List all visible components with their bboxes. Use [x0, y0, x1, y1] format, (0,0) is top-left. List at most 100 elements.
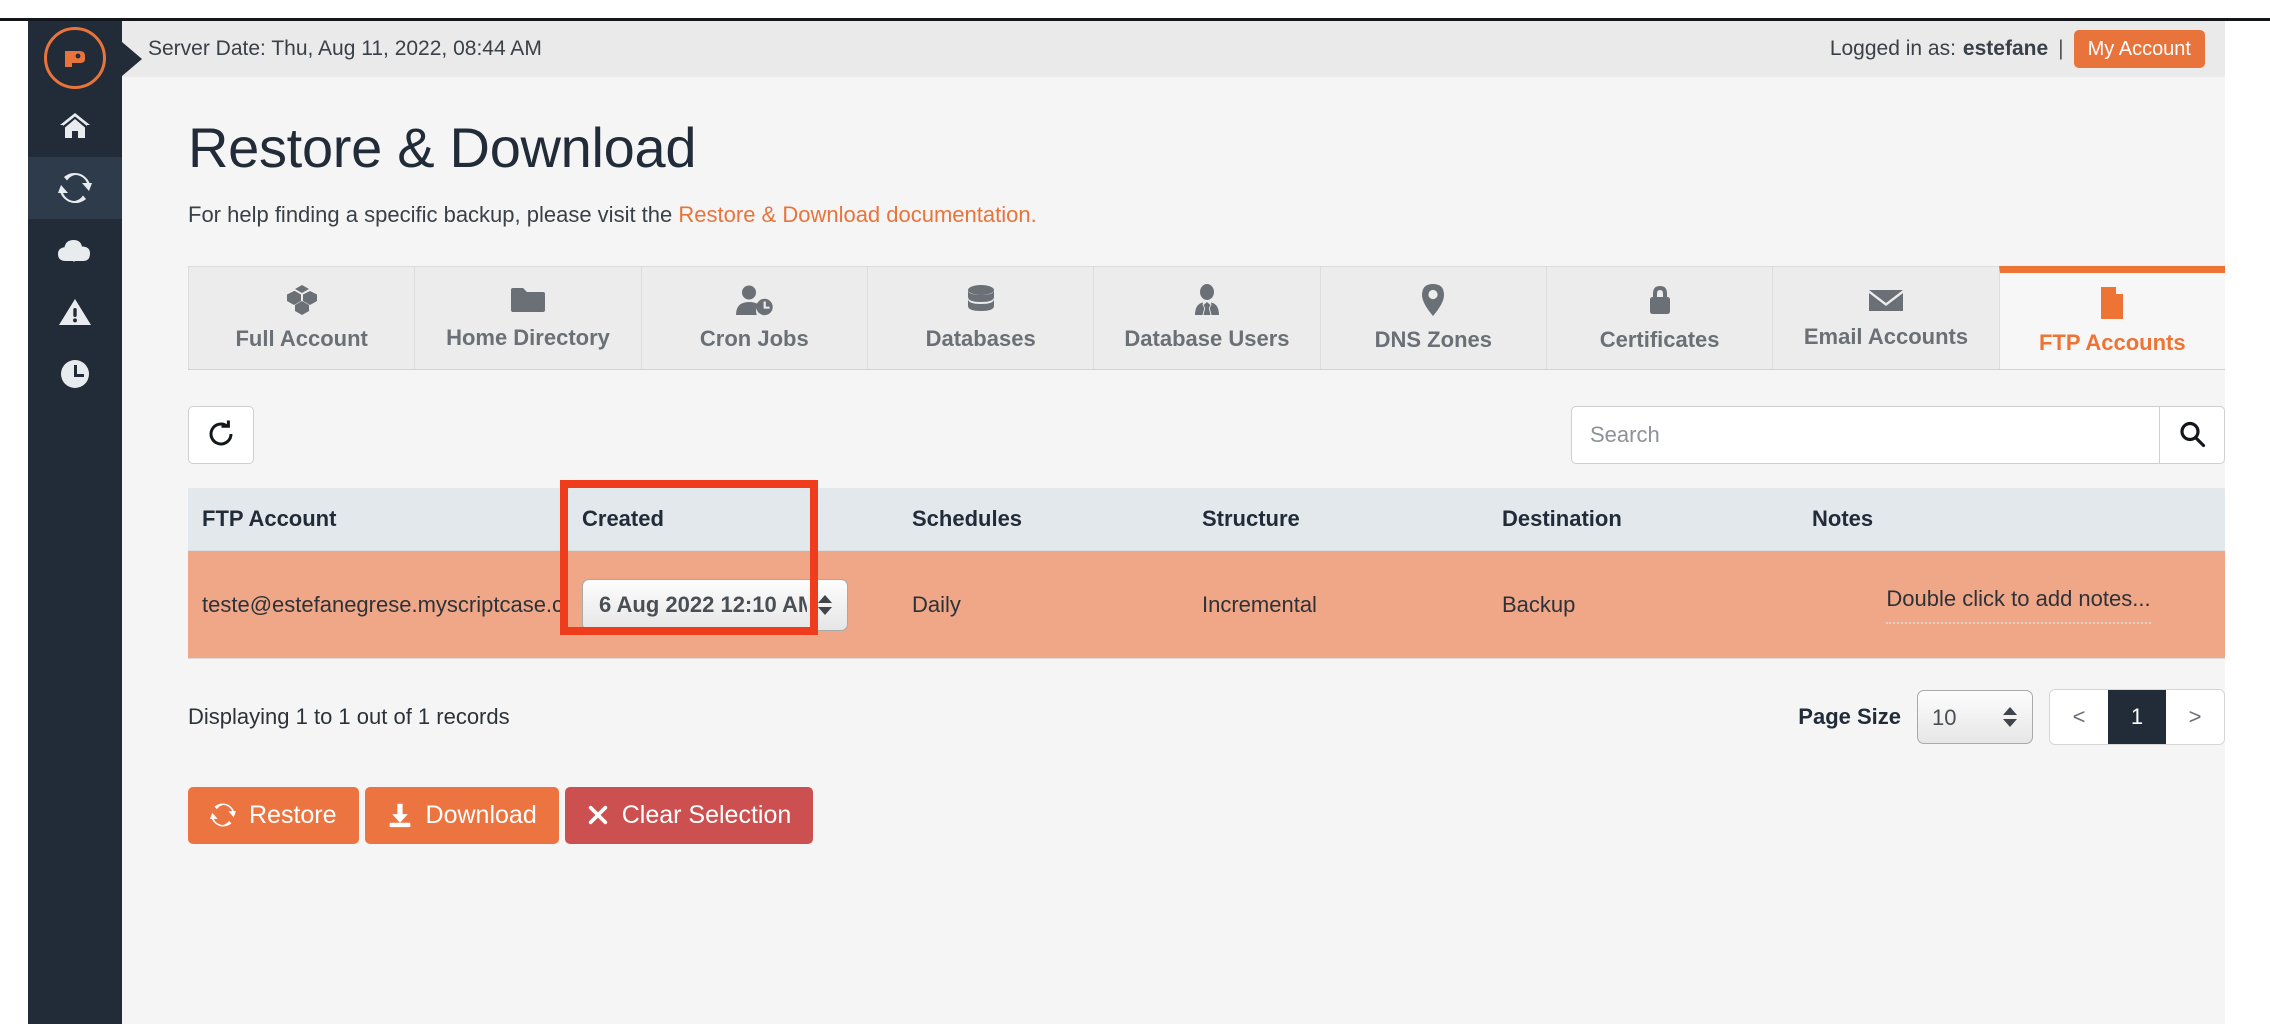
column-header-notes[interactable]: Notes: [1798, 488, 2225, 551]
clock-icon: [59, 358, 91, 390]
table-body: teste@estefanegrese.myscriptcase.com 6 A…: [188, 550, 2225, 659]
column-header-ftp-account[interactable]: FTP Account: [188, 488, 568, 551]
close-icon: [587, 804, 609, 826]
separator: |: [2058, 37, 2064, 60]
cell-created: 6 Aug 2022 12:10 AM: [568, 550, 898, 659]
sidebar: [28, 21, 142, 1024]
tab-databases[interactable]: Databases: [866, 266, 1095, 369]
logged-in-label: Logged in as:: [1829, 37, 1956, 60]
notes-placeholder: Double click to add notes...: [1886, 586, 2151, 624]
action-buttons: Restore Download Clear Selection: [188, 787, 2191, 844]
backups-table: FTP Account Created Schedules Structure …: [188, 488, 2225, 659]
file-icon: [2098, 286, 2126, 320]
tab-label: Email Accounts: [1803, 324, 1969, 349]
cubes-icon: [284, 284, 320, 316]
sidebar-item-alerts[interactable]: [28, 281, 122, 343]
envelope-icon: [1867, 286, 1905, 314]
prev-page-button[interactable]: <: [2050, 690, 2108, 744]
table-row[interactable]: teste@estefanegrese.myscriptcase.com 6 A…: [188, 550, 2225, 659]
search-button[interactable]: [2159, 406, 2225, 464]
restore-icon: [210, 802, 236, 828]
tab-label: Home Directory: [446, 325, 610, 350]
server-date: Server Date: Thu, Aug 11, 2022, 08:44 AM: [148, 37, 542, 60]
records-count: Displaying 1 to 1 out of 1 records: [188, 704, 510, 729]
restore-button[interactable]: Restore: [188, 787, 359, 844]
page-size-shell: 10: [1917, 690, 2033, 744]
cell-destination: Backup: [1488, 550, 1798, 659]
database-icon: [964, 284, 998, 316]
column-header-created[interactable]: Created: [568, 488, 898, 551]
tab-ftp-accounts[interactable]: FTP Accounts: [1998, 266, 2225, 369]
tab-email-accounts[interactable]: Email Accounts: [1772, 266, 2000, 369]
table-header-row: FTP Account Created Schedules Structure …: [188, 488, 2225, 551]
table-head: FTP Account Created Schedules Structure …: [188, 488, 2225, 551]
button-label: Restore: [249, 801, 337, 829]
tab-database-users[interactable]: Database Users: [1093, 266, 1321, 369]
tab-dns-zones[interactable]: DNS Zones: [1319, 266, 1547, 369]
top-white-strip: [0, 0, 2270, 18]
user-tie-icon: [1192, 284, 1222, 316]
logo-container: [28, 21, 142, 95]
cloud-download-icon: [57, 236, 93, 264]
cell-structure: Incremental: [1188, 550, 1488, 659]
page-buttons: < 1 >: [2049, 689, 2225, 745]
button-label: Download: [425, 801, 537, 829]
refresh-button[interactable]: [188, 406, 254, 464]
backup-type-tabs: Full Account Home Directory Cron Jobs Da…: [188, 266, 2225, 370]
search-group: [1571, 406, 2225, 464]
pagination-controls: Page Size 10 < 1 >: [1798, 689, 2225, 745]
logo-arrow: [122, 42, 142, 76]
sidebar-item-restore-download[interactable]: [28, 157, 128, 219]
my-account-button[interactable]: My Account: [2073, 30, 2205, 68]
user-clock-icon: [734, 284, 774, 316]
tab-label: Databases: [925, 326, 1036, 351]
backups-table-container: FTP Account Created Schedules Structure …: [188, 480, 2225, 659]
main-content: Restore & Download For help finding a sp…: [122, 77, 2225, 1024]
page-subtitle: For help finding a specific backup, plea…: [188, 202, 2191, 228]
download-icon: [387, 802, 413, 828]
page-1-button[interactable]: 1: [2108, 690, 2166, 744]
created-select[interactable]: 6 Aug 2022 12:10 AM: [582, 578, 848, 631]
column-header-destination[interactable]: Destination: [1488, 488, 1798, 551]
sidebar-item-home[interactable]: [28, 95, 122, 157]
tab-label: Full Account: [235, 326, 368, 351]
sidebar-item-queue[interactable]: [28, 343, 122, 405]
column-header-structure[interactable]: Structure: [1188, 488, 1488, 551]
download-button[interactable]: Download: [364, 787, 559, 844]
tab-label: Database Users: [1124, 326, 1290, 351]
refresh-icon: [206, 419, 236, 452]
tab-label: Cron Jobs: [699, 326, 809, 351]
tab-home-directory[interactable]: Home Directory: [414, 266, 642, 369]
login-info: Logged in as: estefane | My Account: [1830, 30, 2205, 68]
top-header-bar: Server Date: Thu, Aug 11, 2022, 08:44 AM…: [122, 21, 2225, 77]
warning-icon: [58, 297, 92, 327]
cell-notes[interactable]: Double click to add notes...: [1798, 550, 2225, 659]
page-size-label: Page Size: [1798, 704, 1901, 729]
sidebar-item-downloads[interactable]: [28, 219, 122, 281]
clear-selection-button[interactable]: Clear Selection: [564, 787, 814, 844]
created-select-shell: 6 Aug 2022 12:10 AM: [582, 578, 848, 631]
tab-label: DNS Zones: [1374, 327, 1492, 352]
column-header-schedules[interactable]: Schedules: [898, 488, 1188, 551]
tab-label: FTP Accounts: [2038, 330, 2186, 355]
table-toolbar: [188, 406, 2225, 464]
tab-cron-jobs[interactable]: Cron Jobs: [640, 266, 868, 369]
table-footer: Displaying 1 to 1 out of 1 records Page …: [188, 689, 2225, 745]
tab-full-account[interactable]: Full Account: [188, 266, 416, 369]
map-marker-icon: [1420, 283, 1446, 317]
documentation-link[interactable]: Restore & Download documentation.: [678, 202, 1036, 227]
page-size-select[interactable]: 10: [1917, 690, 2033, 744]
tab-certificates[interactable]: Certificates: [1545, 266, 1774, 369]
page-title: Restore & Download: [188, 116, 697, 179]
tab-label: Certificates: [1599, 327, 1720, 352]
restore-icon: [58, 171, 92, 205]
jetbackup-logo: [44, 27, 106, 89]
subtitle-text: For help finding a specific backup, plea…: [188, 202, 679, 227]
search-icon: [2178, 420, 2206, 451]
button-label: Clear Selection: [621, 801, 792, 829]
cell-schedules: Daily: [898, 550, 1188, 659]
search-input[interactable]: [1571, 406, 2159, 464]
next-page-button[interactable]: >: [2166, 690, 2224, 744]
username: estefane: [1962, 37, 2049, 60]
cell-ftp-account: teste@estefanegrese.myscriptcase.com: [188, 550, 568, 659]
